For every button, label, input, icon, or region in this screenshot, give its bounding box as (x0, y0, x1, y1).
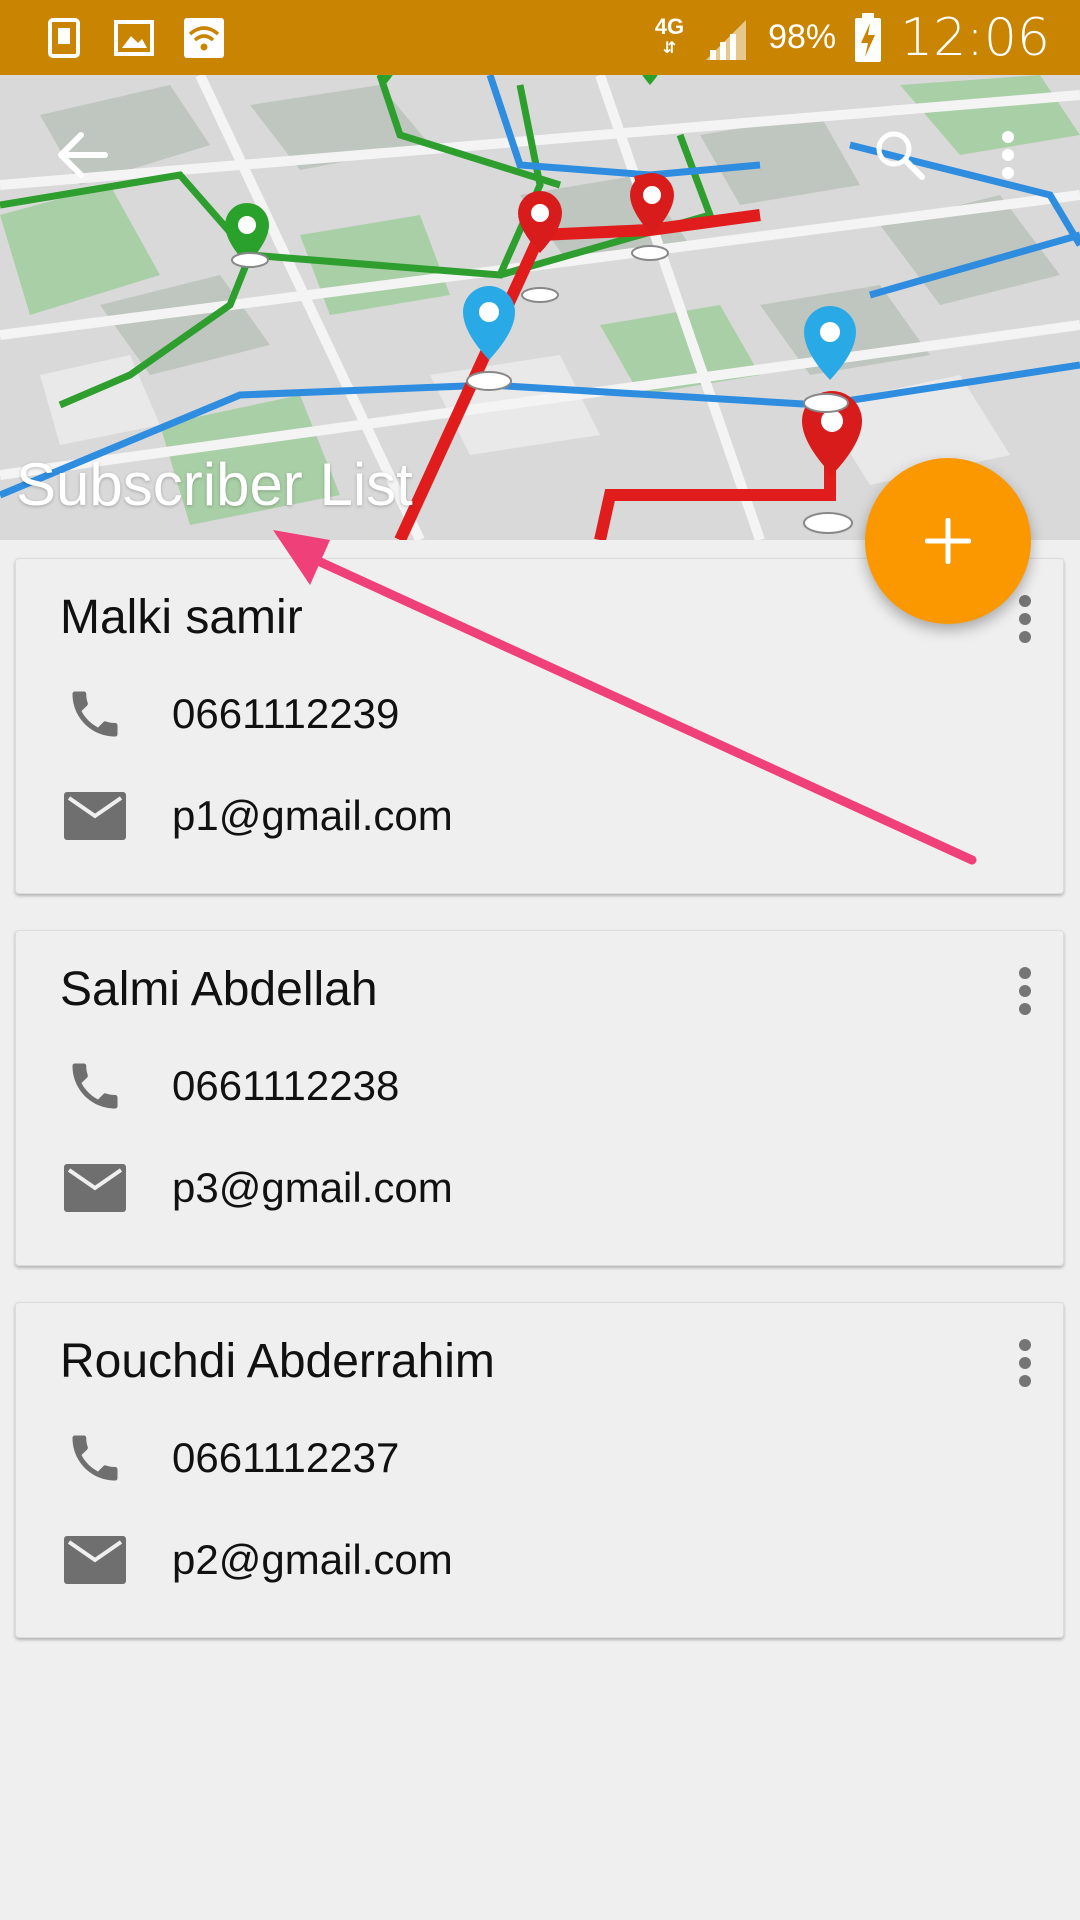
phone-icon (72, 1063, 118, 1109)
email-icon (64, 792, 126, 840)
page-title: Subscriber List (16, 451, 413, 518)
phone-icon (72, 691, 118, 737)
phone-icon (72, 1435, 118, 1481)
more-vert-icon (1019, 967, 1031, 1015)
subscriber-email-row: p2@gmail.com (60, 1525, 453, 1595)
add-subscriber-button[interactable] (865, 458, 1031, 624)
subscriber-name: Malki samir (60, 591, 303, 644)
more-vert-icon (1002, 131, 1014, 179)
add-icon (925, 518, 971, 564)
clock: 12:06 (900, 7, 1050, 68)
subscriber-phone: 0661112237 (172, 1434, 400, 1481)
subscriber-email: p1@gmail.com (172, 792, 453, 839)
overflow-menu-button[interactable] (968, 115, 1048, 195)
email-icon (64, 1164, 126, 1212)
subscriber-email: p2@gmail.com (172, 1536, 453, 1583)
subscriber-phone: 0661112239 (172, 690, 400, 737)
status-system: 4G ⇵ 98% 12:06 (655, 8, 1050, 68)
more-vert-icon (1019, 595, 1031, 643)
battery-charging-icon (855, 12, 882, 62)
subscriber-phone-row: 0661112238 (60, 1051, 399, 1121)
subscriber-email: p3@gmail.com (172, 1164, 453, 1211)
card-overflow-button[interactable] (1005, 961, 1045, 1021)
email-icon (64, 1536, 126, 1584)
more-vert-icon (1019, 1339, 1031, 1387)
subscriber-card[interactable]: Rouchdi Abderrahim 0661112237 p2@gmail.c… (15, 1302, 1064, 1638)
subscriber-name: Rouchdi Abderrahim (60, 1335, 495, 1388)
search-button[interactable] (860, 115, 940, 195)
subscriber-email-row: p1@gmail.com (60, 781, 453, 851)
subscriber-phone-row: 0661112237 (60, 1423, 399, 1493)
gallery-icon (114, 19, 154, 56)
subscriber-name: Salmi Abdellah (60, 963, 378, 1016)
card-overflow-button[interactable] (1005, 1333, 1045, 1393)
subscriber-email-row: p3@gmail.com (60, 1153, 453, 1223)
arrow-back-icon (58, 132, 108, 178)
network-type: 4G ⇵ (654, 13, 685, 57)
subscriber-phone: 0661112238 (172, 1062, 400, 1109)
subscriber-phone-row: 0661112239 (60, 679, 399, 749)
subscriber-card[interactable]: Salmi Abdellah 0661112238 p3@gmail.com (15, 930, 1064, 1266)
card-overflow-button[interactable] (1005, 589, 1045, 649)
search-icon (876, 131, 925, 180)
signal-icon (706, 19, 747, 60)
battery-percent: 98% (768, 18, 837, 56)
status-bar: 4G ⇵ 98% 12:06 (0, 0, 1080, 75)
back-button[interactable] (43, 115, 123, 195)
wifi-notification-icon (184, 17, 224, 58)
sim-card-icon (48, 17, 80, 58)
status-notifications (44, 16, 224, 60)
